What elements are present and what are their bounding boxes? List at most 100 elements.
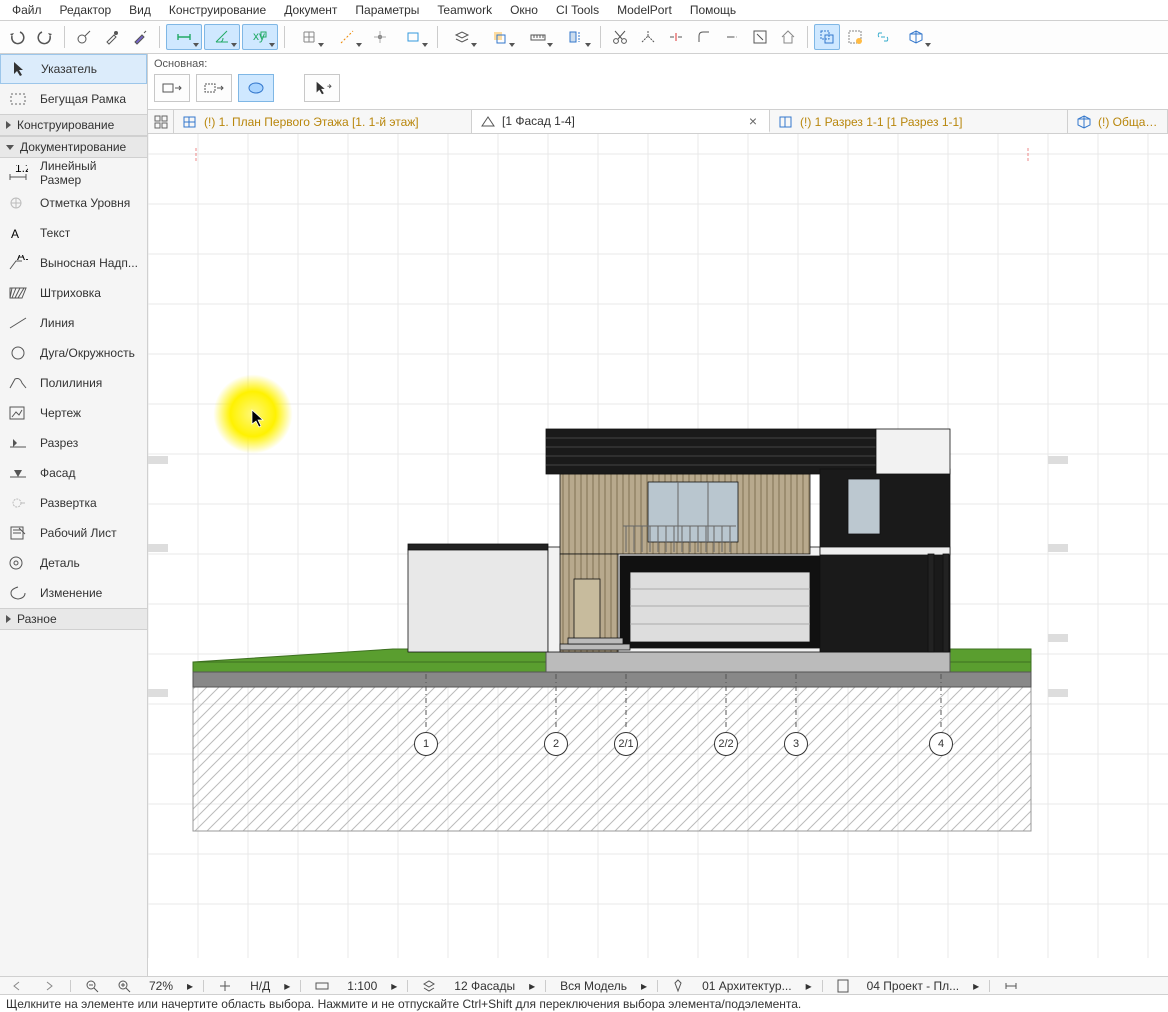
- chevron-right-icon[interactable]: ▸: [973, 979, 979, 993]
- tool-drawing[interactable]: Чертеж: [0, 398, 147, 428]
- trace-button[interactable]: [482, 24, 518, 50]
- section-construct[interactable]: Конструирование: [0, 114, 147, 136]
- redo-button[interactable]: [32, 24, 58, 50]
- tool-level-mark[interactable]: Отметка Уровня: [0, 188, 147, 218]
- measure-angle-button[interactable]: [204, 24, 240, 50]
- scale-value[interactable]: 1:100: [343, 979, 381, 993]
- menu-modelport[interactable]: ModelPort: [609, 1, 680, 19]
- chevron-right-icon[interactable]: ▸: [284, 979, 290, 993]
- layers-icon[interactable]: [418, 979, 440, 993]
- scale-icon[interactable]: [311, 980, 333, 992]
- pointer-mode[interactable]: [304, 74, 340, 102]
- extend-button[interactable]: [719, 24, 745, 50]
- view-name[interactable]: 12 Фасады: [450, 979, 519, 993]
- menu-parameters[interactable]: Параметры: [347, 1, 427, 19]
- zoom-out[interactable]: [81, 979, 103, 993]
- tool-line[interactable]: Линия: [0, 308, 147, 338]
- snap-point-button[interactable]: [367, 24, 393, 50]
- nav-fwd[interactable]: [38, 980, 60, 992]
- section-icon: [6, 433, 30, 453]
- proj-name[interactable]: 04 Проект - Пл...: [863, 979, 964, 993]
- menu-help[interactable]: Помощь: [682, 1, 744, 19]
- measure-coord-button[interactable]: xy: [242, 24, 278, 50]
- tool-section[interactable]: Разрез: [0, 428, 147, 458]
- tool-detail[interactable]: Деталь: [0, 548, 147, 578]
- view-plane-button[interactable]: [395, 24, 431, 50]
- section-tool-button[interactable]: [558, 24, 594, 50]
- chevron-down-icon: [269, 43, 275, 47]
- home-button[interactable]: [775, 24, 801, 50]
- measure-linear-button[interactable]: [166, 24, 202, 50]
- close-tab-button[interactable]: ×: [745, 113, 761, 129]
- menu-view[interactable]: Вид: [121, 1, 159, 19]
- tool-elevation[interactable]: Фасад: [0, 458, 147, 488]
- section-document[interactable]: Документирование: [0, 136, 147, 158]
- tool-hatch[interactable]: Штриховка: [0, 278, 147, 308]
- link-button[interactable]: [870, 24, 896, 50]
- nav-back[interactable]: [6, 980, 28, 992]
- arch-name[interactable]: 01 Архитектур...: [698, 979, 796, 993]
- tool-leader[interactable]: A1Выносная Надп...: [0, 248, 147, 278]
- tab-section[interactable]: (!) 1 Разрез 1-1 [1 Разрез 1-1]: [770, 110, 1068, 133]
- undo-button[interactable]: [4, 24, 30, 50]
- geometry-method-1[interactable]: [154, 74, 190, 102]
- menu-citools[interactable]: CI Tools: [548, 1, 607, 19]
- ruler-button[interactable]: [520, 24, 556, 50]
- section-misc[interactable]: Разное: [0, 608, 147, 630]
- trim-button[interactable]: [635, 24, 661, 50]
- suspend-group-button[interactable]: [842, 24, 868, 50]
- tool-worksheet[interactable]: Рабочий Лист: [0, 518, 147, 548]
- geometry-method-3[interactable]: [238, 74, 274, 102]
- group-select-button[interactable]: [814, 24, 840, 50]
- chevron-right-icon[interactable]: ▸: [641, 979, 647, 993]
- tool-marquee[interactable]: Бегущая Рамка: [0, 84, 147, 114]
- drawing-canvas[interactable]: 1 2 2/1 2/2 3 4: [148, 134, 1168, 976]
- menu-window[interactable]: Окно: [502, 1, 546, 19]
- tool-change[interactable]: Изменение: [0, 578, 147, 608]
- menu-editor[interactable]: Редактор: [52, 1, 120, 19]
- grid-snap-button[interactable]: [291, 24, 327, 50]
- menu-document[interactable]: Документ: [276, 1, 345, 19]
- zoom-in[interactable]: [113, 979, 135, 993]
- chevron-down-icon: [509, 43, 515, 47]
- split-button[interactable]: [663, 24, 689, 50]
- tool-marquee-label: Бегущая Рамка: [40, 92, 126, 106]
- tab-plan[interactable]: (!) 1. План Первого Этажа [1. 1-й этаж]: [174, 110, 472, 133]
- menu-teamwork[interactable]: Teamwork: [429, 1, 500, 19]
- cut-button[interactable]: [607, 24, 633, 50]
- tool-linear-dim[interactable]: 1.2Линейный Размер: [0, 158, 147, 188]
- tool-polyline[interactable]: Полилиния: [0, 368, 147, 398]
- chevron-right-icon[interactable]: ▸: [806, 979, 812, 993]
- orientation[interactable]: [214, 979, 236, 993]
- fillet-button[interactable]: [691, 24, 717, 50]
- geometry-method-2[interactable]: [196, 74, 232, 102]
- eyedropper-button[interactable]: [99, 24, 125, 50]
- pick-button[interactable]: [71, 24, 97, 50]
- chevron-right-icon[interactable]: ▸: [529, 979, 535, 993]
- sheet-icon[interactable]: [833, 979, 853, 993]
- model-name[interactable]: Вся Модель: [556, 979, 631, 993]
- pen-icon[interactable]: [668, 979, 688, 993]
- tab-elevation[interactable]: [1 Фасад 1-4] ×: [472, 110, 770, 133]
- layer-button[interactable]: [444, 24, 480, 50]
- nd-value[interactable]: Н/Д: [246, 979, 274, 993]
- dim-icon[interactable]: [1000, 980, 1022, 992]
- tool-unfold[interactable]: Развертка: [0, 488, 147, 518]
- tool-text[interactable]: AТекст: [0, 218, 147, 248]
- linear-dim-icon: 1.2: [6, 163, 30, 183]
- zoom-value[interactable]: 72%: [145, 979, 177, 993]
- 3d-view-button[interactable]: [898, 24, 934, 50]
- info-bar: Основная:: [148, 54, 1168, 110]
- menu-file[interactable]: Файл: [4, 1, 50, 19]
- chevron-right-icon[interactable]: ▸: [391, 979, 397, 993]
- snap-guides-button[interactable]: [329, 24, 365, 50]
- tab-3d[interactable]: (!) Общая Пер: [1068, 110, 1168, 133]
- chevron-right-icon[interactable]: ▸: [187, 979, 193, 993]
- infobar-label: Основная:: [154, 58, 1162, 70]
- menu-construct[interactable]: Конструирование: [161, 1, 274, 19]
- tool-arc[interactable]: Дуга/Окружность: [0, 338, 147, 368]
- tab-overview-button[interactable]: [148, 110, 174, 133]
- align-button[interactable]: [747, 24, 773, 50]
- tool-pointer[interactable]: Указатель: [0, 54, 147, 84]
- inject-button[interactable]: [127, 24, 153, 50]
